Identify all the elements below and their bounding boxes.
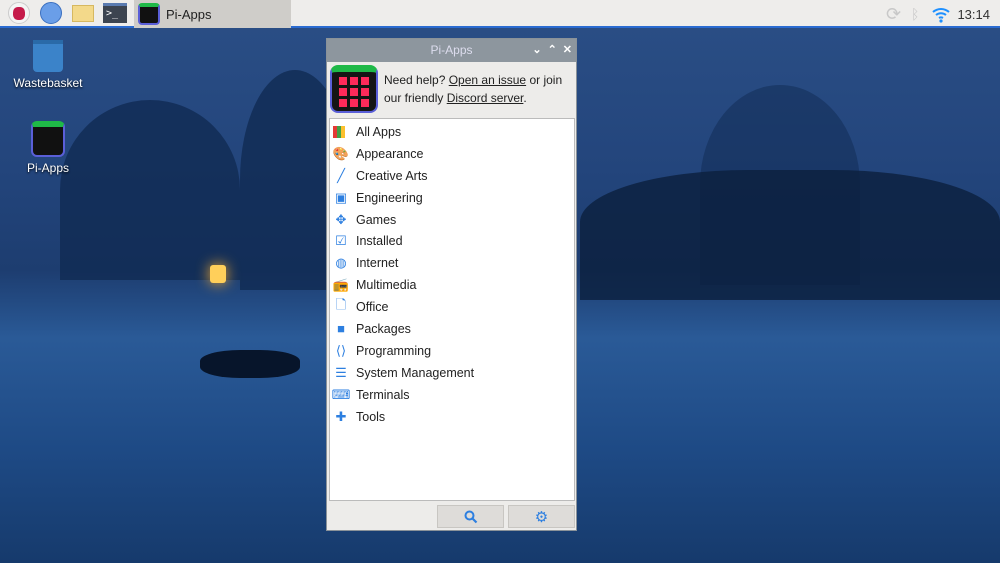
wifi-icon[interactable] <box>931 5 951 23</box>
radio-icon: 📻 <box>333 277 349 293</box>
boat <box>200 350 300 378</box>
raspberry-menu-icon[interactable] <box>6 0 32 26</box>
puzzle-icon: ✚ <box>333 409 349 425</box>
category-label: Office <box>356 300 388 314</box>
category-label: Games <box>356 213 396 227</box>
palette-icon: 🎨 <box>333 146 349 162</box>
category-label: Creative Arts <box>356 169 428 183</box>
open-issue-link[interactable]: Open an issue <box>449 73 526 87</box>
category-label: Terminals <box>356 388 410 402</box>
category-creative-arts[interactable]: ╱ Creative Arts <box>330 165 574 187</box>
category-engineering[interactable]: ▣ Engineering <box>330 187 574 209</box>
help-text: our friendly <box>384 91 447 105</box>
category-multimedia[interactable]: 📻 Multimedia <box>330 274 574 296</box>
category-packages[interactable]: ■ Packages <box>330 318 574 340</box>
sliders-icon: ☰ <box>333 365 349 381</box>
brush-icon: ╱ <box>333 168 349 184</box>
maximize-button[interactable]: ⌃ <box>548 39 557 62</box>
desktop-icon-pi-apps[interactable]: Pi-Apps <box>8 121 88 175</box>
clock: 13:14 <box>957 7 990 22</box>
category-tools[interactable]: ✚ Tools <box>330 406 574 428</box>
category-office[interactable]: 🗋 Office <box>330 296 574 318</box>
taskbar-app-pi-apps[interactable]: Pi-Apps <box>134 0 291 28</box>
discord-link[interactable]: Discord server <box>447 91 524 105</box>
category-label: Engineering <box>356 191 423 205</box>
category-label: Tools <box>356 410 385 424</box>
category-label: Appearance <box>356 147 423 161</box>
minimize-button[interactable]: ⌄ <box>532 39 541 62</box>
file-manager-icon[interactable] <box>70 0 96 26</box>
document-icon: 🗋 <box>333 299 349 315</box>
globe-icon: ◍ <box>333 255 349 271</box>
browser-icon[interactable] <box>38 0 64 26</box>
pi-apps-icon <box>31 121 65 157</box>
help-text: Need help? <box>384 73 449 87</box>
gear-icon: ⚙ <box>535 508 548 526</box>
system-tray: ⟳ ᛒ 13:14 <box>886 0 1000 28</box>
search-icon <box>464 510 478 524</box>
category-label: Packages <box>356 322 411 336</box>
terminal-icon[interactable]: >_ <box>102 0 128 26</box>
wastebasket-icon <box>33 40 63 72</box>
settings-button[interactable]: ⚙ <box>508 505 575 528</box>
category-label: Installed <box>356 234 403 248</box>
search-button[interactable] <box>437 505 504 528</box>
terminal-icon: ⌨ <box>333 387 349 403</box>
gamepad-icon: ✥ <box>333 212 349 228</box>
category-label: Programming <box>356 344 431 358</box>
folder-icon: ■ <box>333 321 349 337</box>
desktop-icon-label: Pi-Apps <box>27 161 69 175</box>
grid-icon <box>333 126 345 138</box>
category-label: Internet <box>356 256 398 270</box>
category-programming[interactable]: ⟨⟩ Programming <box>330 340 574 362</box>
category-label: System Management <box>356 366 474 380</box>
help-banner: Need help? Open an issue or join our fri… <box>327 62 576 116</box>
lantern <box>210 265 226 283</box>
category-list: All Apps 🎨 Appearance ╱ Creative Arts ▣ Engine… <box>329 118 575 501</box>
desktop-icon-label: Wastebasket <box>14 76 83 90</box>
code-icon: ⟨⟩ <box>333 343 349 359</box>
category-installed[interactable]: ☑ Installed <box>330 230 574 252</box>
taskbar: >_ Pi-Apps ⟳ ᛒ 13:14 <box>0 0 1000 28</box>
pi-apps-icon <box>138 3 160 25</box>
taskbar-app-label: Pi-Apps <box>166 7 212 22</box>
help-text: . <box>523 91 526 105</box>
window-titlebar[interactable]: Pi-Apps ⌄ ⌃ ✕ <box>327 39 576 62</box>
pi-apps-window: Pi-Apps ⌄ ⌃ ✕ Need help? Open an issue o… <box>326 38 577 531</box>
category-system-management[interactable]: ☰ System Management <box>330 362 574 384</box>
category-appearance[interactable]: 🎨 Appearance <box>330 143 574 165</box>
help-text: or join <box>526 73 562 87</box>
pi-apps-logo <box>330 65 378 113</box>
bluetooth-icon[interactable]: ᛒ <box>911 6 919 22</box>
chip-icon: ▣ <box>333 190 349 206</box>
category-label: All Apps <box>356 125 401 139</box>
category-all-apps[interactable]: All Apps <box>330 121 574 143</box>
close-button[interactable]: ✕ <box>563 39 572 62</box>
treeline <box>580 170 1000 300</box>
category-label: Multimedia <box>356 278 416 292</box>
check-box-icon: ☑ <box>333 233 349 249</box>
category-internet[interactable]: ◍ Internet <box>330 252 574 274</box>
window-title: Pi-Apps <box>430 43 472 57</box>
sync-icon[interactable]: ⟳ <box>886 4 901 25</box>
desktop-icon-wastebasket[interactable]: Wastebasket <box>8 40 88 90</box>
category-games[interactable]: ✥ Games <box>330 209 574 231</box>
category-terminals[interactable]: ⌨ Terminals <box>330 384 574 406</box>
